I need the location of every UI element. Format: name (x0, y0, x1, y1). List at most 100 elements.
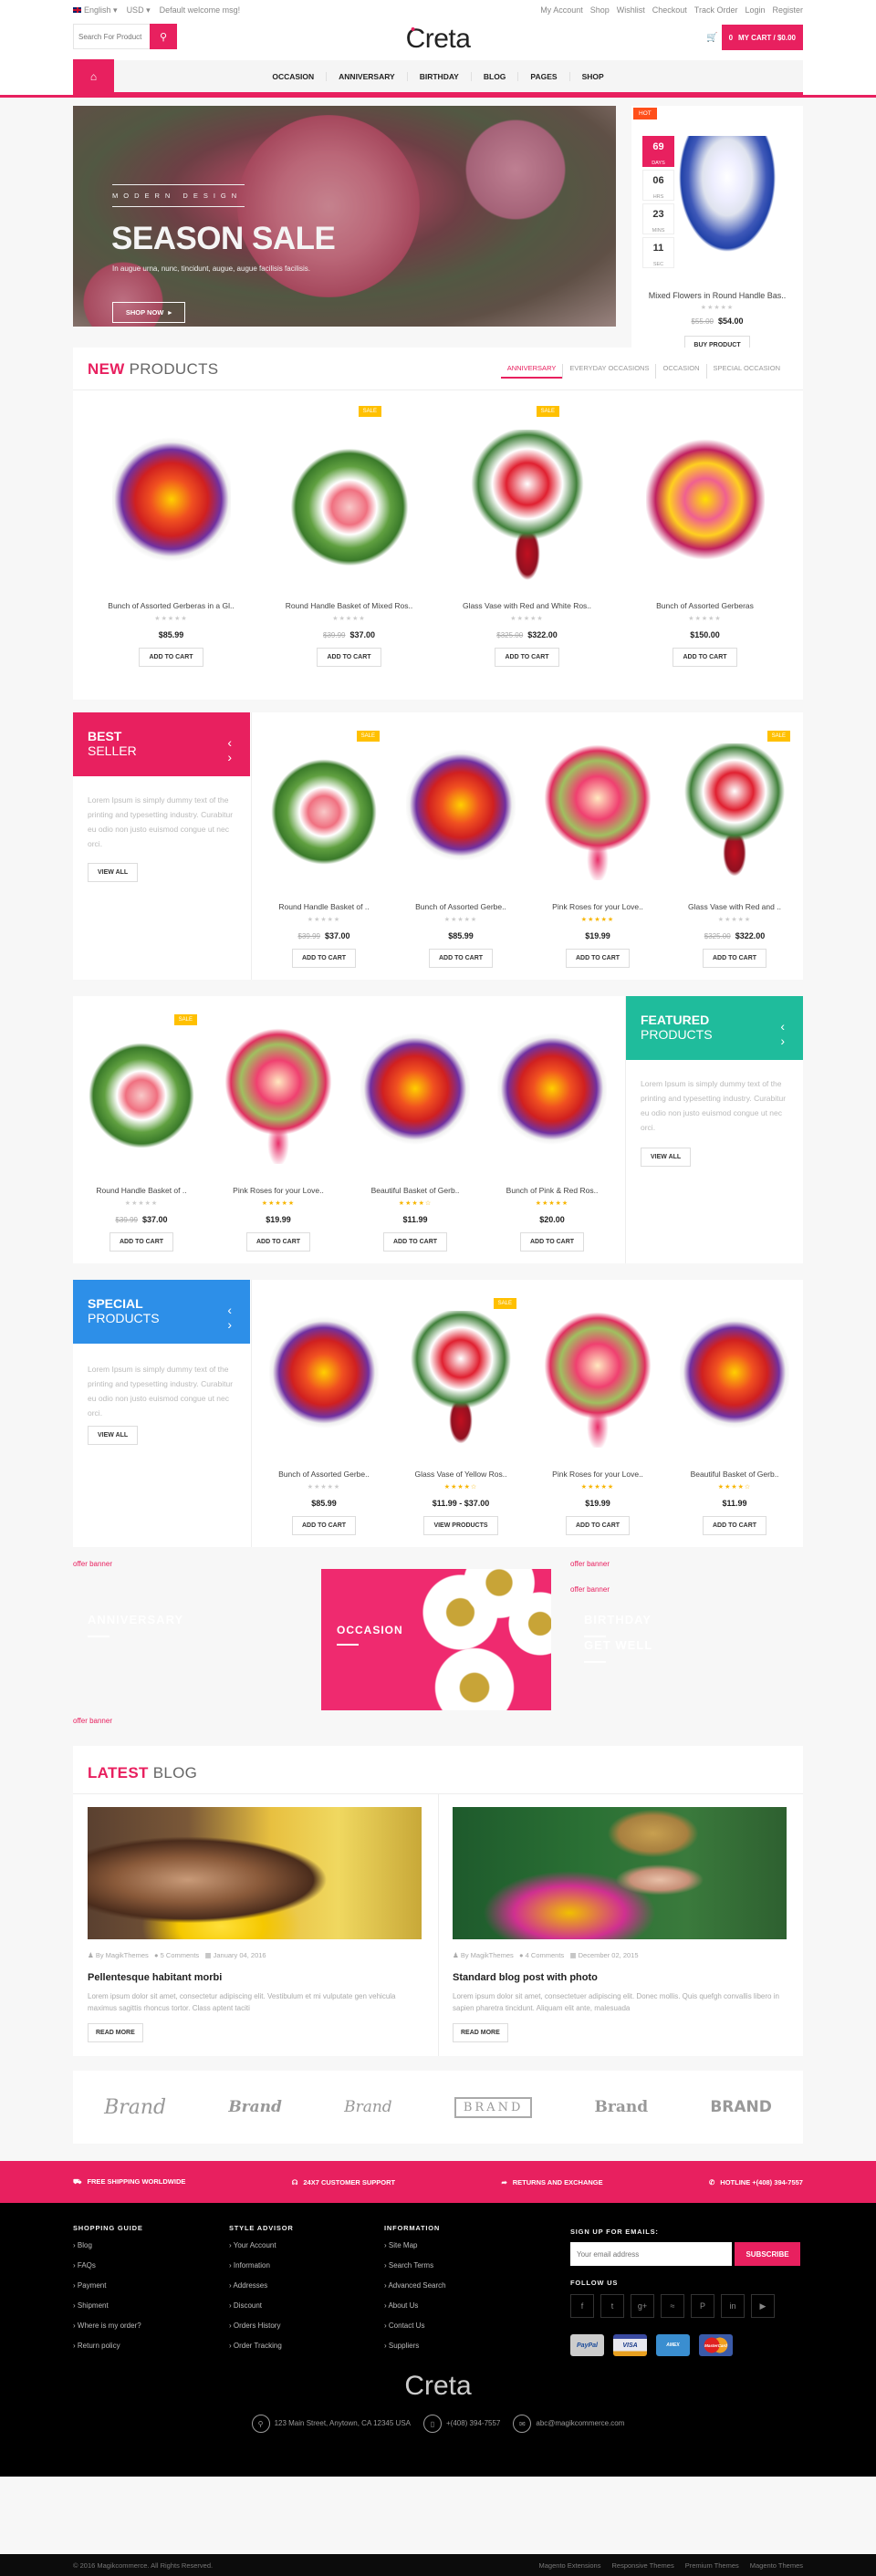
view-all-button[interactable]: VIEW ALL (641, 1148, 692, 1167)
add-to-cart-button[interactable]: ADD TO CART (382, 1232, 448, 1252)
footer-logo[interactable]: Creta (0, 2371, 876, 2402)
brand-logo[interactable]: Brand (595, 2098, 649, 2116)
nav-pages[interactable]: PAGES (517, 71, 568, 81)
nav-blog[interactable]: BLOG (470, 71, 518, 81)
product-name[interactable]: Round Handle Basket of .. (73, 1186, 210, 1195)
view-products-button[interactable]: VIEW PRODUCTS (423, 1516, 498, 1535)
footer-link[interactable]: › Orders History (229, 2322, 384, 2330)
nav-anniversary[interactable]: ANNIVERSARY (326, 71, 407, 81)
footer-link[interactable]: › About Us (384, 2301, 539, 2310)
product-image[interactable] (680, 743, 789, 880)
product-image[interactable] (111, 430, 231, 585)
tab-occasion[interactable]: OCCASION (655, 364, 705, 379)
link-shop[interactable]: Shop (590, 5, 610, 15)
footer-link[interactable]: › Information (229, 2261, 384, 2270)
nav-shop[interactable]: SHOP (568, 71, 616, 81)
product-name[interactable]: Bunch of Assorted Gerberas in a Gl.. (82, 601, 260, 610)
footer-link[interactable]: › Contact Us (384, 2322, 539, 2330)
post-title[interactable]: Standard blog post with photo (453, 1972, 787, 1983)
read-more-button[interactable]: READ MORE (453, 2023, 508, 2042)
youtube-icon[interactable]: ▶ (751, 2294, 775, 2318)
email-input[interactable] (570, 2242, 732, 2266)
deal-product-image[interactable] (677, 136, 777, 254)
footer-link[interactable]: › Payment (73, 2281, 228, 2290)
post-title[interactable]: Pellentesque habitant morbi (88, 1972, 422, 1983)
link-responsive-themes[interactable]: Responsive Themes (611, 2561, 673, 2570)
blog-post-image[interactable] (453, 1807, 787, 1939)
footer-link[interactable]: › Advanced Search (384, 2281, 539, 2290)
rss-icon[interactable]: ≈ (661, 2294, 684, 2318)
search-input[interactable] (73, 24, 150, 49)
prev-arrow-icon[interactable]: ‹ (780, 1019, 792, 1034)
product-name[interactable]: Bunch of Assorted Gerbe.. (392, 902, 529, 911)
product-name[interactable]: Bunch of Assorted Gerbe.. (256, 1470, 392, 1479)
twitter-icon[interactable]: t (600, 2294, 624, 2318)
product-image[interactable] (289, 430, 409, 585)
add-to-cart-button[interactable]: ADD TO CART (245, 1232, 311, 1252)
product-name[interactable]: Beautiful Basket of Gerb.. (666, 1470, 803, 1479)
product-image[interactable] (224, 1027, 333, 1164)
add-to-cart-button[interactable]: ADD TO CART (291, 949, 357, 968)
product-image[interactable] (360, 1027, 470, 1164)
shop-now-button[interactable]: SHOP NOW ▸ (112, 302, 185, 323)
footer-link[interactable]: › Search Terms (384, 2261, 539, 2270)
brand-logo[interactable]: Brand (344, 2098, 392, 2116)
add-to-cart-button[interactable]: ADD TO CART (109, 1232, 174, 1252)
product-image[interactable] (467, 430, 587, 585)
cart-button[interactable]: 🛒 0 MY CART / $0.00 (703, 25, 803, 50)
currency-select[interactable]: USD ▾ (127, 5, 151, 16)
link-register[interactable]: Register (772, 5, 803, 15)
add-to-cart-button[interactable]: ADD TO CART (139, 648, 203, 667)
prev-arrow-icon[interactable]: ‹ (227, 735, 239, 750)
add-to-cart-button[interactable]: ADD TO CART (702, 949, 767, 968)
add-to-cart-button[interactable]: ADD TO CART (565, 1516, 631, 1535)
facebook-icon[interactable]: f (570, 2294, 594, 2318)
product-name[interactable]: Pink Roses for your Love.. (210, 1186, 347, 1195)
product-name[interactable]: Glass Vase with Red and .. (666, 902, 803, 911)
next-arrow-icon[interactable]: › (227, 750, 239, 764)
add-to-cart-button[interactable]: ADD TO CART (519, 1232, 585, 1252)
brand-logo[interactable]: BRAND (454, 2096, 533, 2118)
banner-occasion[interactable]: OCCASION (321, 1569, 551, 1710)
product-image[interactable] (269, 743, 379, 880)
footer-link[interactable]: › Suppliers (384, 2342, 539, 2350)
brand-logo[interactable]: Brand (228, 2098, 282, 2116)
blog-post-image[interactable] (88, 1807, 422, 1939)
add-to-cart-button[interactable]: ADD TO CART (495, 648, 559, 667)
tab-everyday-occasions[interactable]: EVERYDAY OCCASIONS (562, 364, 655, 379)
brand-logo[interactable]: Brand (104, 2096, 166, 2119)
footer-link[interactable]: › Order Tracking (229, 2342, 384, 2350)
footer-link[interactable]: › FAQs (73, 2261, 228, 2270)
product-image[interactable] (645, 430, 765, 585)
product-name[interactable]: Glass Vase with Red and White Ros.. (438, 601, 616, 610)
product-name[interactable]: Round Handle Basket of .. (256, 902, 392, 911)
tab-special-occasion[interactable]: SPECIAL OCCASION (705, 364, 787, 379)
product-image[interactable] (406, 1311, 516, 1448)
add-to-cart-button[interactable]: ADD TO CART (291, 1516, 357, 1535)
banner-get-well[interactable]: GET WELL (584, 1638, 652, 1663)
banner-anniversary[interactable]: ANNIVERSARY (88, 1613, 183, 1637)
link-magento-themes[interactable]: Magento Themes (750, 2561, 803, 2570)
product-name[interactable]: Pink Roses for your Love.. (529, 902, 666, 911)
language-select[interactable]: English ▾ (73, 5, 118, 16)
google-plus-icon[interactable]: g+ (631, 2294, 654, 2318)
footer-link[interactable]: › Blog (73, 2241, 228, 2249)
prev-arrow-icon[interactable]: ‹ (227, 1303, 239, 1317)
nav-occasion[interactable]: OCCASION (260, 72, 326, 81)
product-name[interactable]: Glass Vase of Yellow Ros.. (392, 1470, 529, 1479)
product-name[interactable]: Bunch of Assorted Gerberas (616, 601, 794, 610)
pinterest-icon[interactable]: P (691, 2294, 714, 2318)
nav-birthday[interactable]: BIRTHDAY (406, 71, 471, 81)
product-image[interactable] (87, 1027, 196, 1164)
link-checkout[interactable]: Checkout (652, 5, 687, 15)
link-wishlist[interactable]: Wishlist (617, 5, 645, 15)
view-all-button[interactable]: VIEW ALL (88, 863, 139, 882)
link-track-order[interactable]: Track Order (694, 5, 738, 15)
link-login[interactable]: Login (745, 5, 765, 15)
tab-anniversary[interactable]: ANNIVERSARY (500, 364, 563, 379)
next-arrow-icon[interactable]: › (227, 1317, 239, 1332)
footer-link[interactable]: › Site Map (384, 2241, 539, 2249)
product-image[interactable] (406, 743, 516, 880)
subscribe-button[interactable]: SUBSCRIBE (735, 2242, 800, 2266)
footer-link[interactable]: › Your Account (229, 2241, 384, 2249)
